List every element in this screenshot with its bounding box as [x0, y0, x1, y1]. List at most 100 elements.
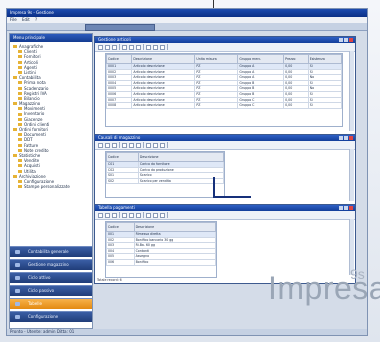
data-grid: Codice Descrizione C01 Carico da fornitore C…	[105, 151, 225, 198]
toolbar-button-icon[interactable]	[136, 44, 141, 50]
table-row[interactable]: 0008 Articolo descrizione PZ Gruppo C 0,00 Si	[105, 102, 343, 109]
toolbar-button-icon[interactable]	[146, 142, 151, 148]
menu-file[interactable]: File	[10, 17, 17, 22]
toolbar-button-icon[interactable]	[105, 44, 110, 50]
nav-section-button[interactable]: Configurazione	[10, 311, 92, 322]
table-cell: 0008	[105, 102, 133, 109]
toolbar-button-icon[interactable]	[98, 212, 103, 218]
close-icon[interactable]	[349, 38, 353, 42]
close-icon[interactable]	[349, 206, 353, 210]
active-tab[interactable]	[85, 24, 155, 31]
column-header[interactable]: Esistenza	[307, 54, 343, 64]
toolbar-separator	[143, 142, 144, 148]
window-toolbar	[95, 141, 355, 150]
column-header[interactable]: Codice	[106, 152, 139, 162]
folder-icon	[18, 71, 22, 75]
toolbar-button-icon[interactable]	[98, 142, 103, 148]
vertical-scrollbar[interactable]	[349, 149, 354, 201]
folder-icon	[13, 128, 17, 132]
toolbar-button-icon[interactable]	[122, 212, 127, 218]
toolbar-button-icon[interactable]	[122, 142, 127, 148]
window-toolbar	[95, 43, 355, 52]
nav-section-button[interactable]: Ciclo attivo	[10, 272, 92, 283]
maximize-icon[interactable]	[344, 136, 348, 140]
toolbar-button-icon[interactable]	[153, 44, 158, 50]
folder-icon	[18, 91, 22, 95]
toolbar-button-icon[interactable]	[136, 142, 141, 148]
folder-icon	[18, 55, 22, 59]
maximize-icon[interactable]	[344, 206, 348, 210]
toolbar-button-icon[interactable]	[112, 142, 117, 148]
folder-icon	[18, 81, 22, 85]
window-title: Gestione articoli	[98, 37, 131, 42]
toolbar-button-icon[interactable]	[129, 44, 134, 50]
column-header[interactable]: Unita misura	[194, 54, 239, 64]
toolbar-button-icon[interactable]	[160, 44, 165, 50]
close-icon[interactable]	[349, 136, 353, 140]
column-header[interactable]: Codice	[106, 222, 135, 232]
column-header[interactable]: Descrizione	[133, 222, 217, 232]
maximize-icon[interactable]	[344, 38, 348, 42]
toolbar-button-icon[interactable]	[98, 44, 103, 50]
window-title: Tabella pagamenti	[98, 205, 135, 210]
toolbar-separator	[143, 44, 144, 50]
nav-section-label: Configurazione	[28, 314, 59, 319]
toolbar-button-icon[interactable]	[105, 212, 110, 218]
toolbar-button-icon[interactable]	[153, 142, 158, 148]
folder-icon	[18, 185, 22, 189]
toolbar-button-icon[interactable]	[136, 212, 141, 218]
toolbar-button-icon[interactable]	[160, 212, 165, 218]
table-row[interactable]: 006 Bonifico	[106, 259, 217, 266]
main-toolbar	[7, 23, 367, 31]
table-row[interactable]: S02 Scarico per vendita	[106, 177, 225, 185]
nav-section-label: Ciclo passivo	[28, 288, 55, 293]
status-bar: Pronto - Utente: admin Ditta: 01	[7, 329, 367, 335]
table-cell: PZ	[194, 102, 239, 109]
window-title-bar[interactable]: Tabella pagamenti	[95, 205, 355, 211]
section-icon	[15, 315, 20, 319]
toolbar-button-icon[interactable]	[122, 44, 127, 50]
menu-edit[interactable]: Edit	[22, 17, 30, 22]
toolbar-button-icon[interactable]	[160, 142, 165, 148]
column-header[interactable]: Descrizione	[137, 152, 225, 162]
table-cell: S02	[106, 177, 139, 185]
minimize-icon[interactable]	[339, 38, 343, 42]
table-cell: 0,00	[283, 102, 309, 109]
toolbar-separator	[119, 44, 120, 50]
toolbar-button-icon[interactable]	[153, 212, 158, 218]
table-cell: 006	[106, 259, 135, 266]
column-header[interactable]: Prezzo	[283, 54, 309, 64]
column-header[interactable]: Codice	[105, 54, 133, 64]
nav-section-label: Ciclo attivo	[28, 275, 51, 280]
folder-icon	[18, 65, 22, 69]
folder-icon	[18, 164, 22, 168]
nav-section-button[interactable]: Tabelle	[10, 298, 92, 309]
minimize-icon[interactable]	[339, 206, 343, 210]
toolbar-button-icon[interactable]	[146, 44, 151, 50]
folder-icon	[18, 179, 22, 183]
toolbar-button-icon[interactable]	[129, 142, 134, 148]
column-header[interactable]: Gruppo merc.	[237, 54, 285, 64]
nav-section-label: Gestione magazzino	[28, 262, 69, 267]
data-grid: Codice Descrizione 001 Rimessa diretta 002 Bo…	[105, 221, 217, 278]
column-header[interactable]: Descrizione	[131, 54, 196, 64]
vertical-scrollbar[interactable]	[349, 51, 354, 131]
folder-icon	[18, 169, 22, 173]
window-title-bar[interactable]: Gestione articoli	[95, 37, 355, 43]
toolbar-button-icon[interactable]	[112, 212, 117, 218]
toolbar-button-icon[interactable]	[105, 142, 110, 148]
nav-section-button[interactable]: Ciclo passivo	[10, 285, 92, 296]
toolbar-button-icon[interactable]	[112, 44, 117, 50]
sidebar-title: Menu principale	[10, 34, 92, 42]
minimize-icon[interactable]	[339, 136, 343, 140]
toolbar-separator	[119, 142, 120, 148]
nav-section-button[interactable]: Contabilita generale	[10, 246, 92, 257]
toolbar-button-icon[interactable]	[146, 212, 151, 218]
section-icon	[15, 250, 20, 254]
table-cell: Bonifico	[133, 259, 217, 266]
tree-item[interactable]: Stampe personalizzate	[12, 184, 90, 189]
toolbar-button-icon[interactable]	[129, 212, 134, 218]
window-title-bar[interactable]: Causali di magazzino	[95, 135, 355, 141]
nav-section-button[interactable]: Gestione magazzino	[10, 259, 92, 270]
menu-help[interactable]: ?	[35, 17, 37, 22]
